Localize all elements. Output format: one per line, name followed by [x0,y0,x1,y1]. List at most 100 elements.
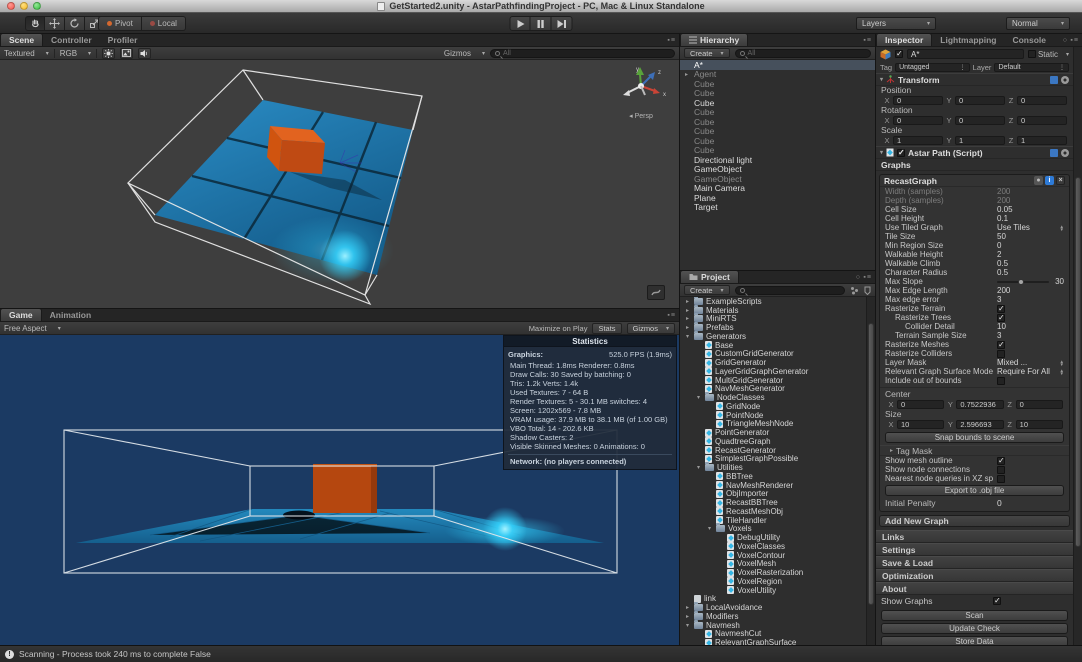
toggle-checkbox[interactable] [997,457,1005,465]
initial-penalty-value[interactable]: 0 [997,498,1002,508]
setting-row[interactable]: Cell Height 0.1 ▲▼ [880,214,1069,223]
foldout-arrow-icon[interactable]: ▾ [880,76,883,83]
scale-y-field[interactable]: 1 [955,136,1005,145]
project-item[interactable]: GridGenerator [680,358,875,367]
position-x-field[interactable]: 0 [893,96,943,105]
project-item[interactable]: Utilities [680,463,875,472]
astar-action-button[interactable]: Scan [881,610,1068,621]
setting-row[interactable]: Include out of bounds ▲▼ [880,376,1069,385]
add-new-graph-button[interactable]: Add New Graph [879,515,1070,527]
setting-value[interactable]: 10 [997,322,1006,331]
layers-dropdown[interactable]: Layers ▾ [856,17,936,30]
setting-row[interactable]: Walkable Height 2 ▲▼ [880,250,1069,259]
project-item[interactable]: NavmeshCut [680,630,875,639]
project-item[interactable]: VoxelRegion [680,577,875,586]
step-button[interactable] [552,16,573,31]
setting-row[interactable]: Collider Detail 10 ▲▼ [880,322,1069,331]
project-item[interactable]: VoxelRasterization [680,568,875,577]
expand-arrow-icon[interactable] [686,307,694,314]
astar-action-button[interactable]: Update Check [881,623,1068,634]
panel-menu-icon[interactable]: ▪≡ [667,37,676,44]
project-item[interactable]: Modifiers [680,612,875,621]
static-dropdown[interactable]: Static ▾ [1028,50,1069,59]
zoom-window-button[interactable] [33,2,41,10]
project-item[interactable]: VoxelMesh [680,560,875,569]
setting-checkbox[interactable] [997,314,1005,322]
project-item[interactable]: Prefabs [680,323,875,332]
hierarchy-item[interactable]: ▸ A* [680,60,875,70]
hierarchy-item[interactable]: ▸ Directional light [680,155,875,165]
expand-arrow-icon[interactable] [686,315,694,322]
tag-dropdown[interactable]: Untagged⋮ [895,63,970,72]
rotate-tool-button[interactable] [65,16,85,31]
expand-arrow-icon[interactable] [686,622,694,629]
inspector-scrollbar[interactable] [1073,47,1082,645]
project-item[interactable]: TileHandler [680,516,875,525]
skybox-toggle-button[interactable] [120,48,133,59]
hierarchy-item[interactable]: ▸ Agent [680,70,875,80]
tab-hierarchy[interactable]: Hierarchy [680,34,748,46]
lighting-toggle-button[interactable] [102,48,115,59]
snap-bounds-button[interactable]: Snap bounds to scene [885,432,1064,443]
status-bar[interactable]: ! Scanning - Process took 240 ms to comp… [0,645,1082,662]
hierarchy-item[interactable]: ▸ Cube [680,117,875,127]
panel-menu-icon[interactable]: ▪≡ [863,37,872,44]
hierarchy-item[interactable]: ▸ Cube [680,89,875,99]
expand-arrow-icon[interactable] [708,525,716,532]
setting-value[interactable]: 200 [997,196,1010,205]
lock-icon[interactable]: ○ [1063,37,1068,44]
foldout-arrow-icon[interactable]: ▾ [880,149,883,156]
game-viewport[interactable]: Statistics Graphics: 525.0 FPS (1.9ms) M… [0,335,679,645]
section-header[interactable]: Links [876,530,1073,543]
scale-z-field[interactable]: 1 [1017,136,1067,145]
position-z-field[interactable]: 0 [1017,96,1067,105]
setting-value[interactable]: 50 [997,232,1006,241]
setting-value[interactable]: 200 [997,187,1010,196]
game-gizmos-dropdown[interactable]: Gizmos▾ [627,323,675,334]
setting-row[interactable]: Relevant Graph Surface Mode Require For … [880,367,1069,376]
project-item[interactable]: ExampleScripts [680,297,875,306]
scene-viewport[interactable]: x y z ◂ Persp [0,60,679,308]
local-toggle-button[interactable]: Local [142,16,186,31]
size-x-field[interactable]: 10 [897,420,944,429]
setting-row[interactable]: Depth (samples) 200 ▲▼ [880,196,1069,205]
layer-dropdown[interactable]: Default⋮ [994,63,1069,72]
position-y-field[interactable]: 0 [955,96,1005,105]
setting-row[interactable]: Max Slope 30 ▲▼ [880,277,1069,286]
hierarchy-item[interactable]: ▸ Plane [680,193,875,203]
setting-value[interactable]: 0.05 [997,205,1013,214]
setting-row[interactable]: Rasterize Colliders ▲▼ [880,349,1069,358]
pivot-toggle-button[interactable]: Pivot [98,16,142,31]
graph-gizmo-icon[interactable]: ● [1034,176,1043,185]
expand-arrow-icon[interactable] [686,613,694,620]
scrollbar-thumb[interactable] [1075,177,1081,547]
project-item[interactable]: VoxelContour [680,551,875,560]
hierarchy-item[interactable]: ▸ GameObject [680,165,875,175]
hierarchy-item[interactable]: ▸ Cube [680,136,875,146]
project-item[interactable]: BBTree [680,472,875,481]
center-z-field[interactable]: 0 [1016,400,1063,409]
tab[interactable]: Scene [0,34,43,46]
project-item[interactable]: Materials [680,306,875,315]
panel-menu-icon[interactable]: ▪≡ [863,274,872,281]
project-item[interactable]: VoxelClasses [680,542,875,551]
panel-menu-icon[interactable]: ▪≡ [1070,37,1079,44]
gizmos-dropdown[interactable]: Gizmos [444,49,471,58]
hierarchy-search-input[interactable]: All [735,49,871,58]
rotation-y-field[interactable]: 0 [955,116,1005,125]
gear-icon[interactable] [1061,149,1069,157]
setting-row[interactable]: Cell Size 0.05 ▲▼ [880,205,1069,214]
expand-arrow-icon[interactable]: ▸ [685,71,692,78]
gear-icon[interactable] [1061,76,1069,84]
audio-toggle-button[interactable] [138,48,151,59]
hierarchy-item[interactable]: ▸ Cube [680,98,875,108]
project-item[interactable]: MiniRTS [680,315,875,324]
hierarchy-item[interactable]: ▸ Cube [680,79,875,89]
project-item[interactable]: ObjImporter [680,490,875,499]
delete-graph-icon[interactable]: × [1056,176,1065,185]
setting-row[interactable]: Walkable Climb 0.5 ▲▼ [880,259,1069,268]
project-item[interactable]: GridNode [680,402,875,411]
tab-project[interactable]: Project [680,270,739,283]
setting-value[interactable]: 0.1 [997,214,1008,223]
maximize-on-play-toggle[interactable]: Maximize on Play [529,324,588,333]
